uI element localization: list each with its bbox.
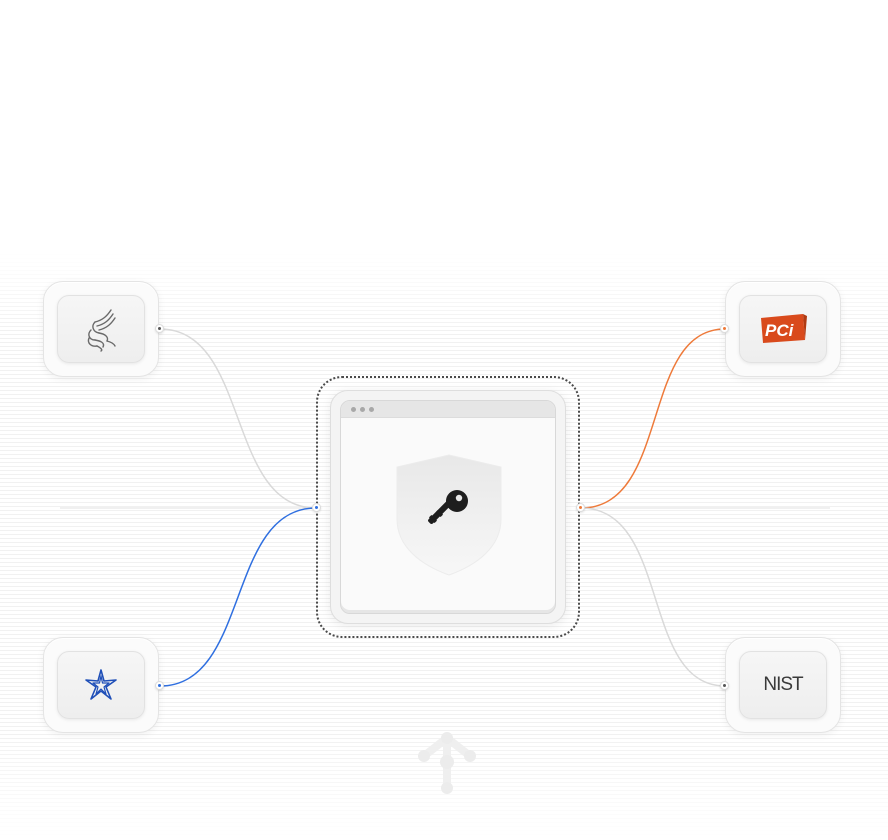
star-emblem-icon [85,669,117,700]
node-top-right[interactable]: PCi [725,281,841,377]
pci-logo-text: PCi [765,321,795,340]
port-top-right[interactable] [720,324,729,333]
port-center-right[interactable] [576,503,585,512]
window-titlebar [341,401,555,418]
eagle-seal-icon [87,309,116,352]
node-top-right-inner: PCi [739,295,827,363]
node-bottom-left[interactable] [43,637,159,733]
node-center[interactable] [330,390,566,624]
connector-top-right [580,328,726,509]
pci-logo-icon: PCi [761,314,807,343]
connector-bottom-right [580,507,726,687]
window-control-dot [369,406,374,412]
connector-top-left [159,328,317,509]
node-bottom-right-inner: NIST [739,651,827,719]
connector-bottom-left [159,507,317,687]
node-top-left-inner [57,295,145,363]
port-top-left[interactable] [155,324,164,333]
window-control-dot [360,406,365,412]
shield-key-icon [396,454,502,576]
integration-diagram: PCi NIST [0,0,888,840]
port-bottom-left[interactable] [155,681,164,690]
window-control-dot [351,406,356,412]
node-bottom-right[interactable]: NIST [725,637,841,733]
app-window [340,400,556,614]
branch-network-icon [418,732,476,794]
node-top-left[interactable] [43,281,159,377]
nist-logo-icon: NIST [763,674,803,695]
node-bottom-left-inner [57,651,145,719]
port-bottom-right[interactable] [720,681,729,690]
port-center-left[interactable] [312,503,321,512]
